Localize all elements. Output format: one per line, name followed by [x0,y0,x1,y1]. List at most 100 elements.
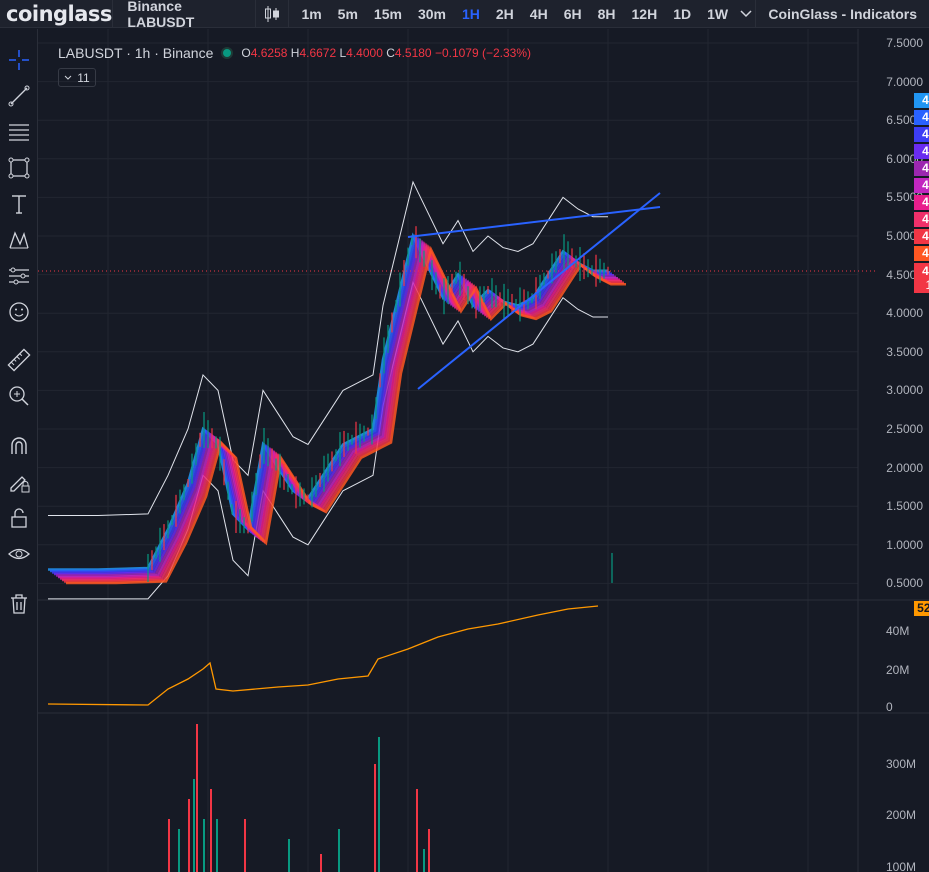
low-value: 4.4000 [346,46,383,60]
delete-tool[interactable] [5,590,33,618]
indicators-button[interactable]: CoinGlass - Indicators [756,6,929,22]
price-tick-label: 7.5000 [886,36,923,50]
drawing-toolbar [0,29,38,872]
crosshair-tool[interactable] [5,46,33,74]
timeframe-1h[interactable]: 1H [454,6,488,22]
ruler-icon [7,348,31,372]
fib-lines-icon [9,124,29,141]
open-value: 4.6258 [250,46,288,60]
symbol-selector[interactable]: Binance LABUSDT [113,0,254,30]
ribbon-line [52,235,612,574]
ribbon-line [48,232,608,571]
prediction-tool[interactable] [5,262,33,290]
ribbon-price-tag: 4.7076 [914,110,929,125]
oi-tick-label: 20M [886,663,910,677]
upper-trendline[interactable] [407,206,661,238]
rectangle-tool[interactable] [5,154,33,182]
close-value: 4.5180 [394,46,432,60]
chart-legend: LABUSDT · 1h · Binance O4.6258 H4.6672 L… [58,45,531,61]
timeframe-6h[interactable]: 6H [556,6,590,22]
pattern-tool[interactable] [5,226,33,254]
ribbon-line [50,233,610,573]
volume-tick-label: 300M [886,757,917,771]
app-logo[interactable]: coinglass [0,2,112,26]
volume-bar [216,819,218,872]
prediction-icon [9,267,29,285]
ribbon-line [54,236,614,576]
visibility-tool[interactable] [5,540,33,568]
high-value: 4.6672 [299,46,337,60]
text-icon [12,195,26,214]
open-label: O [241,46,251,60]
pattern-icon [9,231,29,249]
top-bar: coinglass Binance LABUSDT 1m 5m 15m 30m 1H 2H… [0,0,929,30]
ribbon-price-tag: 4.7076 [914,93,929,108]
open-interest-series [47,605,599,706]
volume-bar [288,839,290,872]
volume-bar [428,829,430,872]
volume-bar [168,819,170,872]
text-tool[interactable] [5,190,33,218]
rectangle-icon [8,157,30,179]
volume-bar [188,799,190,872]
timeframe-30m[interactable]: 30m [410,6,454,22]
volume-bar [423,849,425,872]
eye-icon [8,548,30,560]
ribbon-price-tag: 4.7076 [914,229,929,244]
timeframe-2h[interactable]: 2H [488,6,522,22]
magnet-tool[interactable] [5,432,33,460]
volume-bar [338,829,340,872]
crosshair-icon [9,50,29,70]
timeframe-1m[interactable]: 1m [293,6,329,22]
timeframe-8h[interactable]: 8H [590,6,624,22]
volume-tick-label: 200M [886,808,917,822]
price-tick-label: 2.5000 [886,422,923,436]
chart-canvas[interactable] [38,29,929,872]
bar-countdown: 18:17 [925,278,929,292]
lock-drawings-tool[interactable] [5,468,33,496]
lock-tool[interactable] [5,504,33,532]
lower-band [48,280,608,600]
ribbon-price-tag: 4.7076 [914,127,929,142]
volume-bar [378,737,380,872]
zoom-tool[interactable] [5,382,33,410]
ribbon-price-tag: 4.7076 [914,195,929,210]
emoji-icon [9,302,29,322]
oi-tick-label: 0 [886,700,893,714]
candles-icon [265,5,280,22]
price-tick-label: 4.0000 [886,306,923,321]
change-value: −0.1079 (−2.33%) [434,46,532,60]
magnet-icon [11,437,27,454]
ruler-tool[interactable] [5,346,33,374]
ribbon-line [56,238,616,577]
ohlc-values: O4.6258 H4.6672 L4.4000 C4.5180 −0.1079 … [241,46,531,60]
emoji-tool[interactable] [5,298,33,326]
ribbon-price-tag: 4.7076 [914,212,929,227]
timeframe-5m[interactable]: 5m [330,6,366,22]
legend-title[interactable]: LABUSDT · 1h · Binance [58,45,213,61]
timeframe-1w[interactable]: 1W [699,6,736,22]
price-tick-label: 3.5000 [886,344,923,359]
indicator-count: 11 [77,70,90,85]
fib-tool[interactable] [5,118,33,146]
timeframe-more-button[interactable] [736,9,755,18]
volume-bar [196,724,198,872]
trendline-tool[interactable] [5,82,33,110]
timeframe-12h[interactable]: 12H [624,6,666,22]
chart-type-button[interactable] [256,0,289,28]
chart-area[interactable]: LABUSDT · 1h · Binance O4.6258 H4.6672 L… [38,29,929,872]
volume-tick-label: 100M [886,860,917,872]
zoom-in-icon [9,386,29,406]
chevron-down-icon [64,75,72,80]
volume-bar [374,764,376,872]
ribbon-price-tag: 4.7076 [914,144,929,159]
timeframe-1d[interactable]: 1D [665,6,699,22]
trendline-icon [8,85,30,107]
indicator-toggle[interactable]: 11 [58,68,96,87]
price-tick-label: 7.0000 [886,74,923,89]
volume-series [168,724,430,872]
price-tick-label: 0.5000 [886,576,923,591]
volume-bar [244,819,246,872]
timeframe-4h[interactable]: 4H [522,6,556,22]
timeframe-15m[interactable]: 15m [366,6,410,22]
